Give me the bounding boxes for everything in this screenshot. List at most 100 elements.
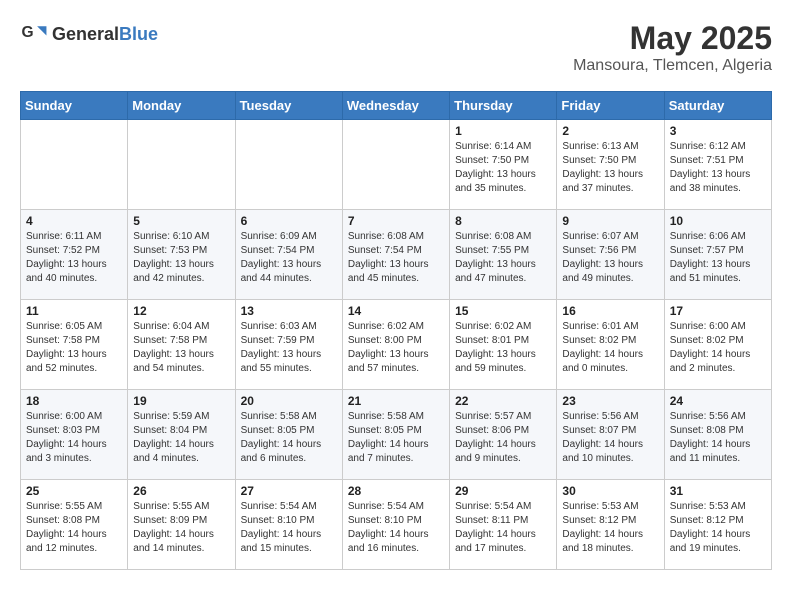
calendar-cell: 28Sunrise: 5:54 AMSunset: 8:10 PMDayligh… (342, 480, 449, 570)
logo-text-blue: Blue (119, 24, 158, 45)
header-saturday: Saturday (664, 92, 771, 120)
week-row-4: 18 Sunrise: 6:00 AMSunset: 8:03 PMDayligh… (21, 390, 772, 480)
day-number: 27 (241, 484, 337, 498)
calendar-cell: 26 Sunrise: 5:55 AMSunset: 8:09 PMDayligh… (128, 480, 235, 570)
day-number: 19 (133, 394, 229, 408)
day-info: Sunrise: 6:14 AMSunset: 7:50 PMDaylight:… (455, 140, 551, 196)
location: Mansoura, Tlemcen, Algeria (573, 57, 772, 75)
day-info: Sunrise: 6:03 AMSunset: 7:59 PMDaylight:… (241, 320, 337, 376)
header-tuesday: Tuesday (235, 92, 342, 120)
day-info: Sunrise: 6:08 AMSunset: 7:55 PMDaylight:… (455, 230, 551, 286)
day-info: Sunrise: 6:07 AMSunset: 7:56 PMDaylight:… (562, 230, 658, 286)
day-number: 10 (670, 214, 766, 228)
day-number: 7 (348, 214, 444, 228)
calendar-cell: 20 Sunrise: 5:58 AMSunset: 8:05 PMDayligh… (235, 390, 342, 480)
day-number: 22 (455, 394, 551, 408)
day-number: 2 (562, 124, 658, 138)
header-thursday: Thursday (450, 92, 557, 120)
calendar-cell: 25Sunrise: 5:55 AMSunset: 8:08 PMDayligh… (21, 480, 128, 570)
day-info: Sunrise: 5:53 AMSunset: 8:12 PMDaylight:… (562, 500, 658, 556)
day-info: Sunrise: 5:59 AMSunset: 8:04 PMDaylight:… (133, 410, 229, 466)
calendar-cell: 7 Sunrise: 6:08 AMSunset: 7:54 PMDaylight… (342, 210, 449, 300)
day-number: 25 (26, 484, 122, 498)
calendar-cell: 15Sunrise: 6:02 AMSunset: 8:01 PMDayligh… (450, 300, 557, 390)
day-number: 3 (670, 124, 766, 138)
day-info: Sunrise: 5:57 AMSunset: 8:06 PMDaylight:… (455, 410, 551, 466)
day-number: 24 (670, 394, 766, 408)
calendar-cell: 4 Sunrise: 6:11 AMSunset: 7:52 PMDaylight… (21, 210, 128, 300)
day-number: 9 (562, 214, 658, 228)
day-info: Sunrise: 6:01 AMSunset: 8:02 PMDaylight:… (562, 320, 658, 376)
header-sunday: Sunday (21, 92, 128, 120)
calendar-cell: 12 Sunrise: 6:04 AMSunset: 7:58 PMDayligh… (128, 300, 235, 390)
calendar-cell: 9 Sunrise: 6:07 AMSunset: 7:56 PMDaylight… (557, 210, 664, 300)
day-info: Sunrise: 5:58 AMSunset: 8:05 PMDaylight:… (241, 410, 337, 466)
day-info: Sunrise: 5:55 AMSunset: 8:09 PMDaylight:… (133, 500, 229, 556)
header-wednesday: Wednesday (342, 92, 449, 120)
month-year: May 2025 (573, 20, 772, 57)
logo-icon: G (20, 20, 48, 48)
day-number: 8 (455, 214, 551, 228)
day-info: Sunrise: 6:09 AMSunset: 7:54 PMDaylight:… (241, 230, 337, 286)
calendar-cell: 10 Sunrise: 6:06 AMSunset: 7:57 PMDayligh… (664, 210, 771, 300)
page-header: G GeneralBlue May 2025 Mansoura, Tlemcen… (20, 20, 772, 75)
day-number: 11 (26, 304, 122, 318)
day-number: 15 (455, 304, 551, 318)
calendar-cell (235, 120, 342, 210)
calendar-cell: 6 Sunrise: 6:09 AMSunset: 7:54 PMDaylight… (235, 210, 342, 300)
calendar-cell: 24 Sunrise: 5:56 AMSunset: 8:08 PMDayligh… (664, 390, 771, 480)
calendar-cell: 21 Sunrise: 5:58 AMSunset: 8:05 PMDayligh… (342, 390, 449, 480)
day-number: 12 (133, 304, 229, 318)
week-row-1: 1 Sunrise: 6:14 AMSunset: 7:50 PMDaylight… (21, 120, 772, 210)
day-info: Sunrise: 6:08 AMSunset: 7:54 PMDaylight:… (348, 230, 444, 286)
calendar-cell: 31 Sunrise: 5:53 AMSunset: 8:12 PMDayligh… (664, 480, 771, 570)
day-number: 31 (670, 484, 766, 498)
day-info: Sunrise: 6:04 AMSunset: 7:58 PMDaylight:… (133, 320, 229, 376)
day-number: 5 (133, 214, 229, 228)
day-number: 29 (455, 484, 551, 498)
header-row: SundayMondayTuesdayWednesdayThursdayFrid… (21, 92, 772, 120)
day-info: Sunrise: 5:56 AMSunset: 8:08 PMDaylight:… (670, 410, 766, 466)
calendar-cell: 8 Sunrise: 6:08 AMSunset: 7:55 PMDaylight… (450, 210, 557, 300)
calendar-cell (21, 120, 128, 210)
day-info: Sunrise: 6:13 AMSunset: 7:50 PMDaylight:… (562, 140, 658, 196)
day-number: 26 (133, 484, 229, 498)
calendar-cell: 30Sunrise: 5:53 AMSunset: 8:12 PMDayligh… (557, 480, 664, 570)
day-info: Sunrise: 6:06 AMSunset: 7:57 PMDaylight:… (670, 230, 766, 286)
calendar-cell: 13 Sunrise: 6:03 AMSunset: 7:59 PMDayligh… (235, 300, 342, 390)
day-number: 13 (241, 304, 337, 318)
day-number: 23 (562, 394, 658, 408)
calendar-cell: 1 Sunrise: 6:14 AMSunset: 7:50 PMDaylight… (450, 120, 557, 210)
header-monday: Monday (128, 92, 235, 120)
day-number: 4 (26, 214, 122, 228)
logo: G GeneralBlue (20, 20, 158, 48)
day-info: Sunrise: 6:00 AMSunset: 8:02 PMDaylight:… (670, 320, 766, 376)
day-info: Sunrise: 6:11 AMSunset: 7:52 PMDaylight:… (26, 230, 122, 286)
week-row-2: 4 Sunrise: 6:11 AMSunset: 7:52 PMDaylight… (21, 210, 772, 300)
day-number: 18 (26, 394, 122, 408)
day-number: 20 (241, 394, 337, 408)
day-info: Sunrise: 6:10 AMSunset: 7:53 PMDaylight:… (133, 230, 229, 286)
svg-text:G: G (22, 24, 34, 41)
calendar-cell: 19 Sunrise: 5:59 AMSunset: 8:04 PMDayligh… (128, 390, 235, 480)
day-number: 6 (241, 214, 337, 228)
title-block: May 2025 Mansoura, Tlemcen, Algeria (573, 20, 772, 75)
logo-text-general: General (52, 24, 119, 45)
day-number: 28 (348, 484, 444, 498)
calendar-cell: 17 Sunrise: 6:00 AMSunset: 8:02 PMDayligh… (664, 300, 771, 390)
day-info: Sunrise: 5:56 AMSunset: 8:07 PMDaylight:… (562, 410, 658, 466)
day-number: 21 (348, 394, 444, 408)
day-number: 17 (670, 304, 766, 318)
day-info: Sunrise: 5:58 AMSunset: 8:05 PMDaylight:… (348, 410, 444, 466)
week-row-5: 25Sunrise: 5:55 AMSunset: 8:08 PMDayligh… (21, 480, 772, 570)
day-info: Sunrise: 6:12 AMSunset: 7:51 PMDaylight:… (670, 140, 766, 196)
day-number: 14 (348, 304, 444, 318)
day-info: Sunrise: 6:00 AMSunset: 8:03 PMDaylight:… (26, 410, 122, 466)
day-info: Sunrise: 5:53 AMSunset: 8:12 PMDaylight:… (670, 500, 766, 556)
week-row-3: 11Sunrise: 6:05 AMSunset: 7:58 PMDayligh… (21, 300, 772, 390)
day-number: 1 (455, 124, 551, 138)
calendar-cell: 27Sunrise: 5:54 AMSunset: 8:10 PMDayligh… (235, 480, 342, 570)
calendar-cell: 18 Sunrise: 6:00 AMSunset: 8:03 PMDayligh… (21, 390, 128, 480)
calendar-cell: 23 Sunrise: 5:56 AMSunset: 8:07 PMDayligh… (557, 390, 664, 480)
calendar-cell: 22 Sunrise: 5:57 AMSunset: 8:06 PMDayligh… (450, 390, 557, 480)
